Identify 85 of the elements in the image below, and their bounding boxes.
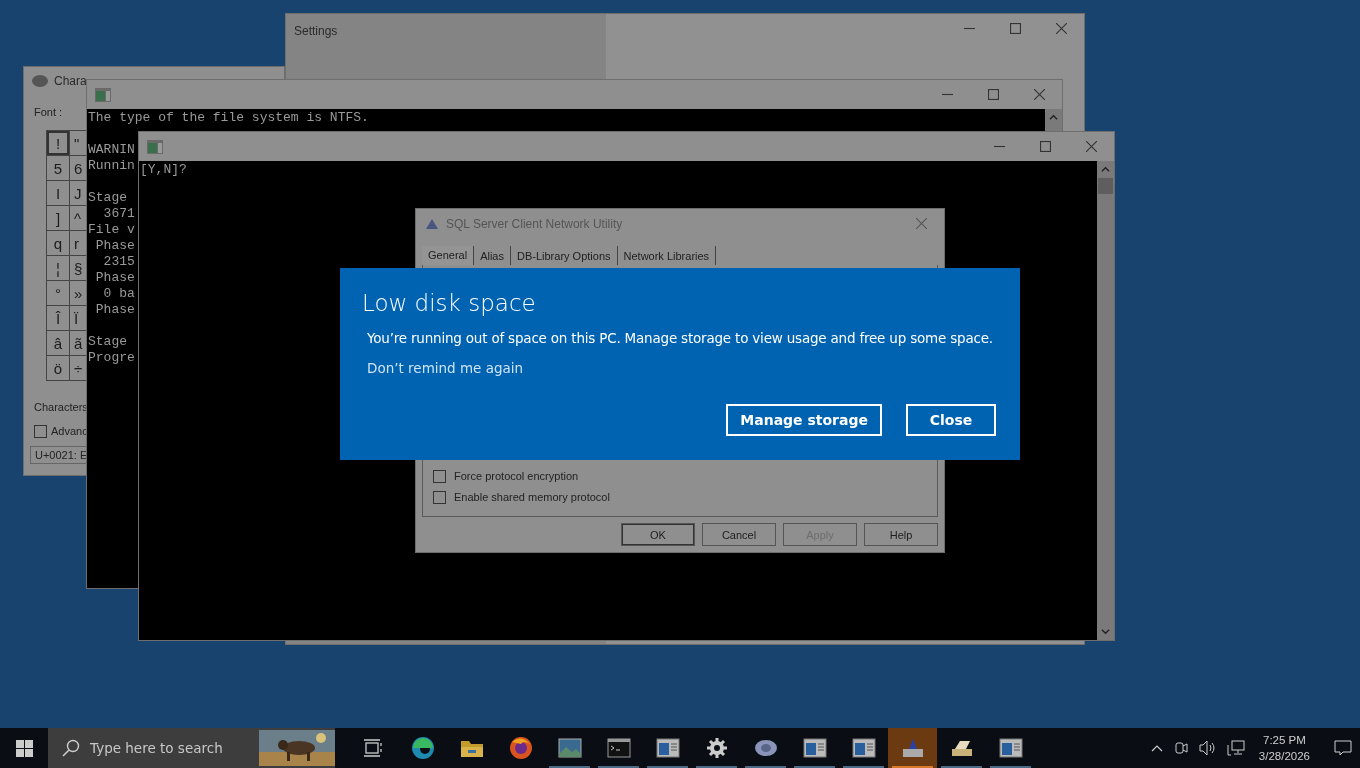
toast-button[interactable]: Close (906, 404, 996, 436)
character-cell[interactable]: Î (47, 306, 70, 331)
checkbox-label: Advanc (51, 425, 88, 437)
speaker-icon[interactable] (1198, 740, 1217, 756)
folder-icon[interactable] (459, 738, 484, 758)
tab[interactable]: DB-Library Options (511, 246, 618, 265)
character-cell[interactable]: ! (47, 131, 70, 156)
close-icon[interactable] (1055, 23, 1067, 34)
checkbox[interactable] (433, 491, 446, 504)
dismiss-link[interactable]: Don’t remind me again (367, 360, 524, 376)
console-line: Phase (94, 302, 135, 318)
scroll-up-icon[interactable] (1049, 113, 1058, 122)
character-cell[interactable]: 5 (47, 156, 70, 181)
browser-icon[interactable] (410, 736, 435, 760)
tab[interactable]: Alias (474, 246, 511, 265)
advanced-checkbox[interactable] (34, 425, 47, 438)
task-view-icon[interactable] (363, 739, 384, 757)
scroll-down-icon[interactable] (1101, 627, 1110, 636)
maximize-icon[interactable] (1009, 23, 1021, 34)
console-line: Progre (88, 350, 135, 366)
toast-button[interactable]: Manage storage (726, 404, 882, 436)
clock-date[interactable]: 3/28/2026 (1258, 748, 1310, 764)
window-icon[interactable] (802, 738, 827, 758)
window-icon[interactable] (998, 738, 1023, 758)
character-cell[interactable]: â (47, 331, 70, 356)
character-cell[interactable]: ¦ (47, 256, 70, 281)
console-line: The type of the file system is NTFS. (88, 110, 369, 126)
dialog-button[interactable]: Help (864, 523, 938, 546)
toast-title: Low disk space (362, 290, 537, 316)
dialog-button[interactable]: OK (621, 523, 695, 546)
window-title: Chara (54, 73, 87, 88)
window-icon[interactable] (851, 738, 876, 758)
console-line: File v (88, 222, 135, 238)
console-line: Phase (94, 238, 135, 254)
character-cell[interactable]: ] (47, 206, 70, 231)
settings-icon[interactable] (705, 737, 728, 759)
character-cell[interactable]: q (47, 231, 70, 256)
window-icon[interactable] (655, 738, 680, 758)
font-label: Font : (34, 106, 63, 118)
tab[interactable]: Network Libraries (617, 246, 717, 265)
scrollbar[interactable] (1097, 161, 1114, 640)
console-line: Stage (88, 334, 127, 350)
scroll-thumb[interactable] (1098, 178, 1113, 194)
search-icon (62, 739, 80, 757)
landscape-icon[interactable] (557, 738, 582, 758)
network-icon[interactable] (1226, 740, 1245, 756)
console-line: WARNIN (88, 142, 135, 158)
checkbox-label: Enable shared memory protocol (454, 491, 610, 503)
character-map-icon[interactable] (753, 738, 778, 758)
notification-icon[interactable] (1334, 740, 1352, 756)
console-window-icon (95, 87, 111, 102)
character-cell[interactable]: ° (47, 281, 70, 306)
terminal-icon[interactable] (606, 738, 631, 758)
character-cell[interactable]: I (47, 181, 70, 206)
console-line: Stage (88, 190, 127, 206)
camera-icon[interactable] (1172, 740, 1189, 756)
character-cell[interactable]: ö (47, 356, 70, 381)
maximize-icon[interactable] (1039, 141, 1051, 152)
console-window-icon (147, 139, 163, 154)
scanner-icon[interactable] (949, 738, 974, 758)
console-line: 3671 (102, 206, 135, 222)
characters-label: Characters (34, 401, 88, 413)
console-line: 0 ba (102, 286, 135, 302)
network-utility-icon[interactable] (900, 737, 925, 759)
checkbox-label: Force protocol encryption (454, 470, 579, 482)
console-line: Phase (94, 270, 135, 286)
browser-icon[interactable] (508, 736, 533, 760)
toast-message: You’re running out of space on this PC. Manage storage to view usage and free up some space. (367, 330, 994, 346)
scroll-up-icon[interactable] (1101, 165, 1110, 174)
chevron-up-icon[interactable] (1150, 744, 1163, 752)
character-map-icon (32, 74, 48, 87)
console-line: 2315 (102, 254, 135, 270)
search-field[interactable]: Type here to search (48, 728, 335, 768)
tab[interactable]: General (422, 246, 475, 265)
close-icon[interactable] (1033, 89, 1045, 100)
close-icon[interactable] (1085, 141, 1097, 152)
window-title: SQL Server Client Network Utility (446, 216, 623, 231)
window-title: Settings (294, 24, 338, 38)
checkbox[interactable] (433, 470, 446, 483)
console-line: Runnin (88, 158, 135, 174)
console-line: [Y,N]? (140, 162, 187, 178)
maximize-icon[interactable] (987, 89, 999, 100)
start-icon[interactable] (15, 739, 33, 757)
clock-time[interactable]: 7:25 PM (1263, 732, 1306, 748)
dialog-button[interactable]: Cancel (702, 523, 776, 546)
